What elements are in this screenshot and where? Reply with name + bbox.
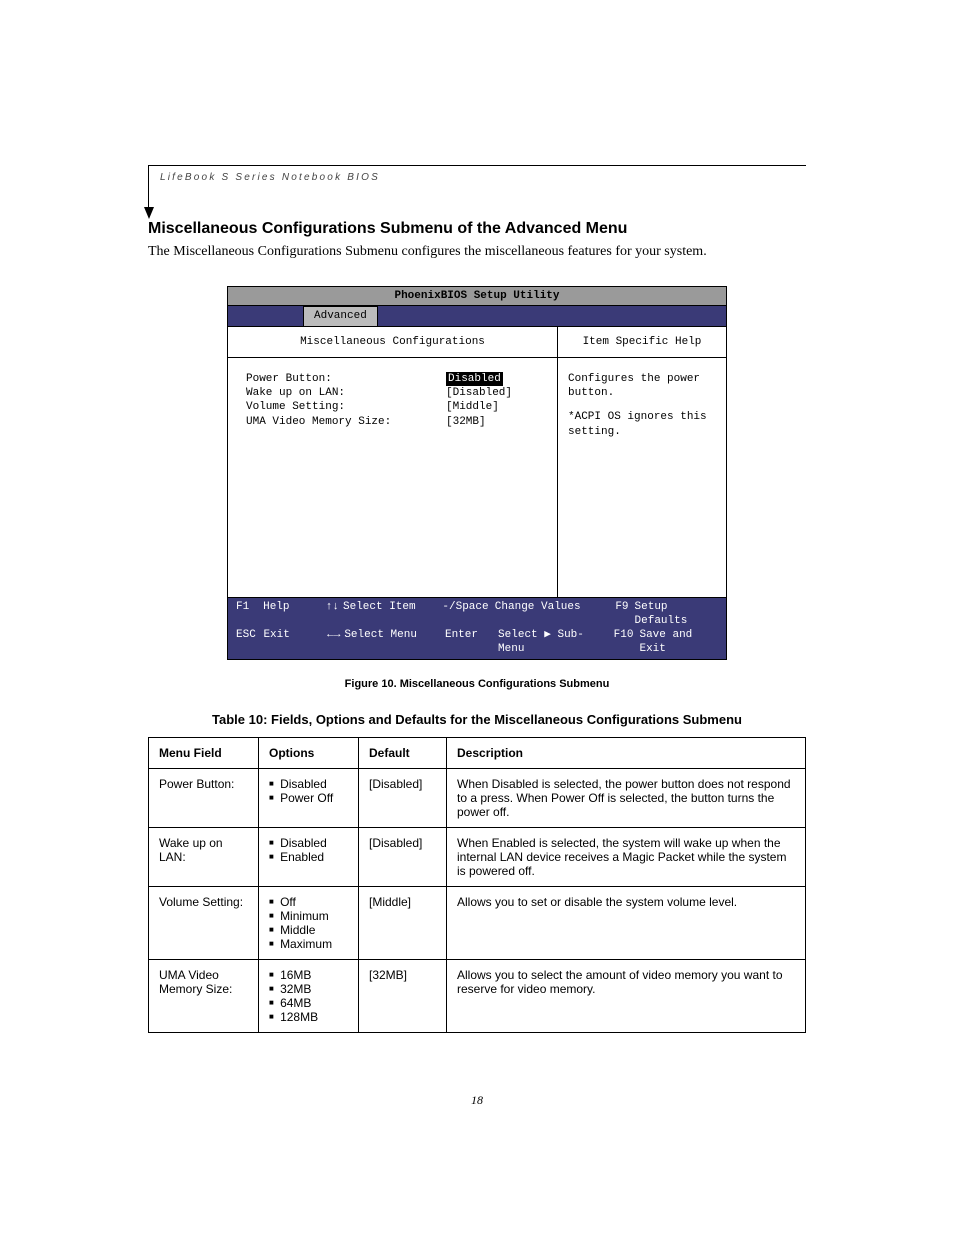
cell-description: Allows you to select the amount of video… (447, 959, 806, 1032)
bios-key: ↑↓ (317, 600, 343, 629)
cell-default: [32MB] (359, 959, 447, 1032)
option-item: Middle (269, 923, 348, 937)
bios-help-body: Configures the power button. *ACPI OS ig… (558, 358, 726, 453)
bios-field-value[interactable]: [32MB] (446, 415, 486, 429)
header-rule-left (148, 165, 149, 207)
bios-key: ←→ (318, 628, 344, 657)
bios-key-label: Select Item (343, 600, 442, 629)
table-row: Volume Setting:OffMinimumMiddleMaximum[M… (149, 886, 806, 959)
option-item: 64MB (269, 996, 348, 1010)
bios-screenshot: PhoenixBIOS Setup Utility Advanced Misce… (227, 286, 727, 660)
bios-key-label: Select ▶ Sub-Menu (498, 628, 608, 657)
bios-help-text: Configures the power button. (568, 372, 716, 401)
bios-tab-advanced[interactable]: Advanced (303, 306, 378, 325)
header-rule-top (148, 165, 806, 166)
bios-tab-bar: Advanced (228, 306, 726, 326)
cell-menu-field: Volume Setting: (149, 886, 259, 959)
bios-submenu-title: Miscellaneous Configurations (228, 327, 557, 358)
bios-key-label: Setup Defaults (635, 600, 719, 629)
bios-field-value[interactable]: [Middle] (446, 400, 499, 414)
bios-key: -/Space (442, 600, 494, 629)
option-item: Off (269, 895, 348, 909)
cell-options: DisabledPower Off (259, 768, 359, 827)
section-title: Miscellaneous Configurations Submenu of … (148, 220, 806, 238)
bios-key: F1 (236, 600, 263, 629)
fields-table: Menu Field Options Default Description P… (148, 737, 806, 1033)
bios-help-text: *ACPI OS ignores this setting. (568, 410, 716, 439)
cell-menu-field: Power Button: (149, 768, 259, 827)
bios-utility-title: PhoenixBIOS Setup Utility (228, 287, 726, 306)
cell-options: OffMinimumMiddleMaximum (259, 886, 359, 959)
option-item: Disabled (269, 836, 348, 850)
th-options: Options (259, 737, 359, 768)
table-row: Power Button:DisabledPower Off[Disabled]… (149, 768, 806, 827)
option-item: 128MB (269, 1010, 348, 1024)
bios-key: F10 (608, 628, 640, 657)
cell-menu-field: UMA Video Memory Size: (149, 959, 259, 1032)
table-caption: Table 10: Fields, Options and Defaults f… (148, 712, 806, 727)
bios-field-value[interactable]: [Disabled] (446, 386, 512, 400)
cell-default: [Middle] (359, 886, 447, 959)
running-head: LifeBook S Series Notebook BIOS (160, 172, 380, 183)
th-description: Description (447, 737, 806, 768)
option-item: Disabled (269, 777, 348, 791)
bios-key-label: Exit (263, 628, 318, 657)
cell-description: When Enabled is selected, the system wil… (447, 827, 806, 886)
bios-field-label: Power Button: (246, 372, 446, 386)
option-item: Power Off (269, 791, 348, 805)
bios-key: Enter (445, 628, 498, 657)
bios-field-row[interactable]: Wake up on LAN: [Disabled] (246, 386, 557, 400)
table-header-row: Menu Field Options Default Description (149, 737, 806, 768)
cell-options: 16MB32MB64MB128MB (259, 959, 359, 1032)
bios-key: ESC (236, 628, 263, 657)
bios-field-row[interactable]: Power Button: Disabled (246, 372, 557, 386)
bios-field-value[interactable]: Disabled (446, 372, 503, 386)
option-item: 32MB (269, 982, 348, 996)
option-item: Maximum (269, 937, 348, 951)
bios-field-row[interactable]: UMA Video Memory Size: [32MB] (246, 415, 557, 429)
option-item: Minimum (269, 909, 348, 923)
th-menu-field: Menu Field (149, 737, 259, 768)
th-default: Default (359, 737, 447, 768)
cell-description: When Disabled is selected, the power but… (447, 768, 806, 827)
bios-key-label: Save and Exit (639, 628, 718, 657)
bios-field-label: Volume Setting: (246, 400, 446, 414)
option-item: 16MB (269, 968, 348, 982)
section-intro: The Miscellaneous Configurations Submenu… (148, 244, 806, 260)
cell-default: [Disabled] (359, 827, 447, 886)
option-item: Enabled (269, 850, 348, 864)
bios-field-list: Power Button: Disabled Wake up on LAN: [… (228, 358, 557, 429)
figure-caption: Figure 10. Miscellaneous Configurations … (148, 678, 806, 690)
bios-key: F9 (603, 600, 634, 629)
bios-key-label: Change Values (495, 600, 603, 629)
cell-default: [Disabled] (359, 768, 447, 827)
bios-footer: F1 Help ↑↓ Select Item -/Space Change Va… (228, 597, 726, 659)
bios-key-label: Help (263, 600, 317, 629)
cell-menu-field: Wake up on LAN: (149, 827, 259, 886)
bios-key-label: Select Menu (344, 628, 445, 657)
cell-description: Allows you to set or disable the system … (447, 886, 806, 959)
cell-options: DisabledEnabled (259, 827, 359, 886)
page-number: 18 (148, 1093, 806, 1108)
bios-help-title: Item Specific Help (558, 327, 726, 358)
bios-field-row[interactable]: Volume Setting: [Middle] (246, 400, 557, 414)
table-row: Wake up on LAN:DisabledEnabled[Disabled]… (149, 827, 806, 886)
table-row: UMA Video Memory Size:16MB32MB64MB128MB[… (149, 959, 806, 1032)
bios-field-label: UMA Video Memory Size: (246, 415, 446, 429)
bios-field-label: Wake up on LAN: (246, 386, 446, 400)
